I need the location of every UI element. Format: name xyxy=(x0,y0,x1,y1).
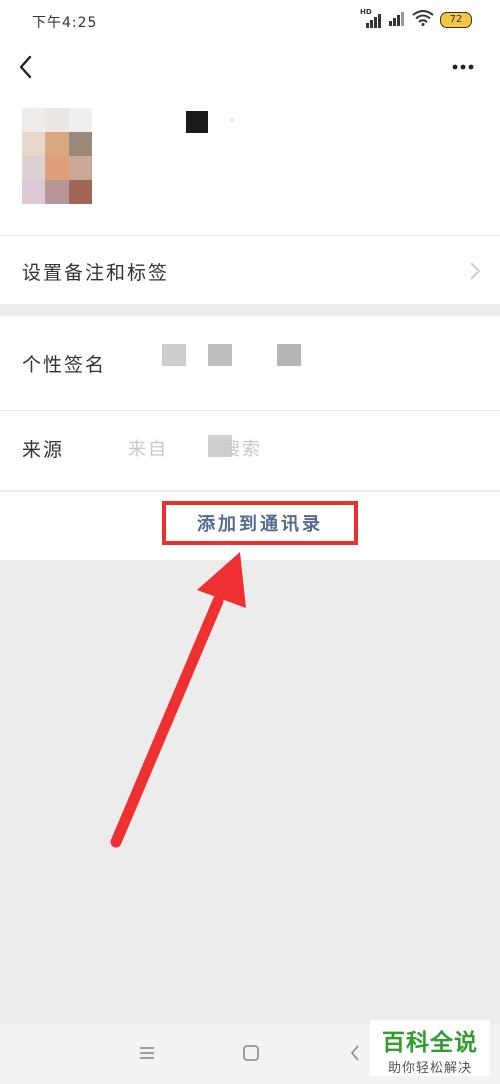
more-options-button[interactable] xyxy=(450,54,476,80)
set-remark-and-tags-row[interactable]: 设置备注和标签 xyxy=(0,236,500,304)
status-time: 下午4:25 xyxy=(32,15,98,31)
battery-indicator: 72 xyxy=(440,12,472,28)
menu-icon xyxy=(140,1047,154,1059)
back-nav-button[interactable] xyxy=(345,1040,371,1066)
status-icons: HD 72 xyxy=(360,8,472,30)
set-remark-label: 设置备注和标签 xyxy=(22,262,170,284)
signature-label: 个性签名 xyxy=(22,354,107,376)
avatar-pixel xyxy=(68,108,92,132)
source-value-right: 搜索 xyxy=(222,439,262,460)
avatar-pixel xyxy=(22,108,46,132)
info-group: 个性签名 来源 来自 搜索 xyxy=(0,316,500,490)
menu-button[interactable] xyxy=(137,1040,163,1066)
highlight-box: 添加到通讯录 xyxy=(162,501,358,545)
watermark-title: 百科全说 xyxy=(382,1030,478,1056)
avatar-pixel xyxy=(45,180,69,204)
source-value-left: 来自 xyxy=(128,439,168,460)
avatar[interactable] xyxy=(22,108,92,204)
home-button[interactable] xyxy=(240,1040,266,1066)
wifi-icon xyxy=(412,10,434,30)
avatar-pixel xyxy=(68,156,92,180)
top-bar xyxy=(0,42,500,92)
watermark-logo: 百科全说 助你轻松解决 xyxy=(370,1020,490,1076)
pixelated-signature xyxy=(162,344,186,366)
avatar-pixel xyxy=(68,132,92,156)
source-row: 来源 来自 搜索 xyxy=(0,411,500,490)
source-label: 来源 xyxy=(22,439,65,461)
pixelated-nickname xyxy=(186,111,208,133)
watermark-subtitle: 助你轻松解决 xyxy=(387,1061,472,1076)
more-dots-icon xyxy=(452,64,474,70)
home-square-icon xyxy=(243,1045,259,1061)
avatar-pixel xyxy=(22,156,46,180)
avatar-pixel xyxy=(45,156,69,180)
status-bar: 下午4:25 HD 72 xyxy=(0,0,500,42)
avatar-pixel xyxy=(22,180,46,204)
add-to-contacts-button[interactable]: 添加到通讯录 xyxy=(166,505,354,541)
chevron-left-icon xyxy=(19,55,32,79)
add-to-contacts-row[interactable]: 添加到通讯录 xyxy=(0,492,500,560)
avatar-pixel xyxy=(68,180,92,204)
signature-row: 个性签名 xyxy=(0,316,500,410)
avatar-pixel xyxy=(45,108,69,132)
network-label: HD xyxy=(360,8,372,16)
profile-section xyxy=(0,92,500,235)
signal-icon xyxy=(388,10,406,30)
chevron-right-icon xyxy=(468,260,482,286)
avatar-pixel xyxy=(45,132,69,156)
back-triangle-icon xyxy=(350,1045,359,1061)
back-button[interactable] xyxy=(14,52,40,82)
pixelated-signature xyxy=(208,344,232,366)
hd-signal-icon: HD xyxy=(360,8,382,28)
pixelated-nickname-trail xyxy=(230,118,234,122)
avatar-pixel xyxy=(22,132,46,156)
pixelated-signature xyxy=(277,344,301,366)
